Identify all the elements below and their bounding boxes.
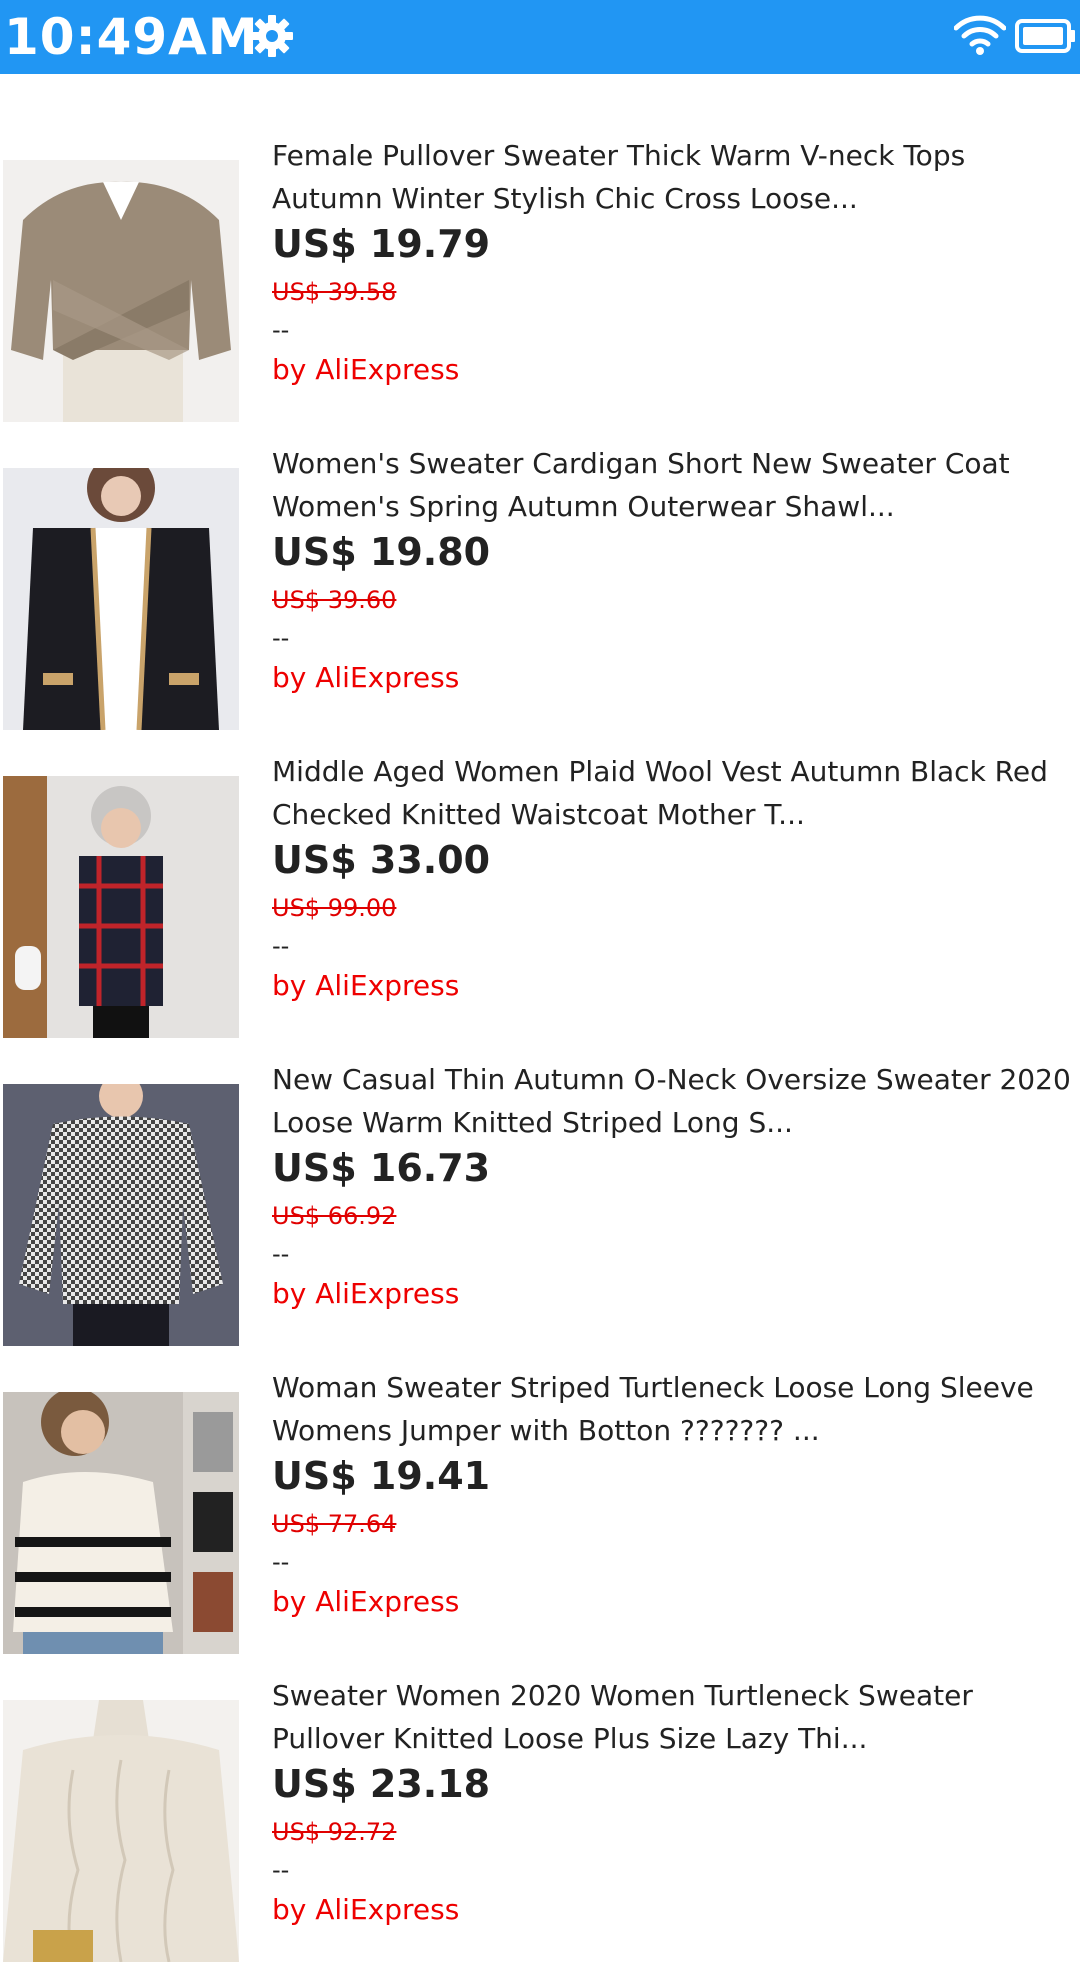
list-item[interactable]: New Casual Thin Autumn O-Neck Oversize S…: [0, 1063, 1080, 1372]
list-item[interactable]: Middle Aged Women Plaid Wool Vest Autumn…: [0, 755, 1080, 1064]
product-title[interactable]: Female Pullover Sweater Thick Warm V-nec…: [272, 134, 1077, 220]
product-extra: --: [272, 932, 290, 960]
list-item[interactable]: Female Pullover Sweater Thick Warm V-nec…: [0, 139, 1080, 448]
product-title[interactable]: Woman Sweater Striped Turtleneck Loose L…: [272, 1366, 1077, 1452]
product-original-price: US$ 39.60: [272, 586, 397, 614]
product-image[interactable]: [3, 160, 239, 422]
product-title[interactable]: New Casual Thin Autumn O-Neck Oversize S…: [272, 1058, 1077, 1144]
product-seller: by AliExpress: [272, 969, 460, 1002]
product-price: US$ 23.18: [272, 1762, 491, 1806]
product-price: US$ 33.00: [272, 838, 491, 882]
product-title[interactable]: Middle Aged Women Plaid Wool Vest Autumn…: [272, 750, 1077, 836]
product-seller: by AliExpress: [272, 661, 460, 694]
product-seller: by AliExpress: [272, 1893, 460, 1926]
taupe-cross-sweater-photo: [3, 160, 239, 422]
product-title[interactable]: Sweater Women 2020 Women Turtleneck Swea…: [272, 1674, 1077, 1760]
product-extra: --: [272, 1240, 290, 1268]
product-image[interactable]: [3, 1700, 239, 1962]
product-price: US$ 19.79: [272, 222, 491, 266]
product-price: US$ 19.80: [272, 530, 491, 574]
product-image[interactable]: [3, 1392, 239, 1654]
product-image[interactable]: [3, 468, 239, 730]
product-original-price: US$ 92.72: [272, 1818, 397, 1846]
list-item[interactable]: Woman Sweater Striped Turtleneck Loose L…: [0, 1371, 1080, 1680]
product-original-price: US$ 39.58: [272, 278, 397, 306]
list-item[interactable]: Sweater Women 2020 Women Turtleneck Swea…: [0, 1679, 1080, 1988]
plaid-vest-photo: [3, 776, 239, 1038]
product-image[interactable]: [3, 776, 239, 1038]
product-seller: by AliExpress: [272, 1585, 460, 1618]
product-original-price: US$ 99.00: [272, 894, 397, 922]
product-seller: by AliExpress: [272, 353, 460, 386]
product-image[interactable]: [3, 1084, 239, 1346]
product-title[interactable]: Women's Sweater Cardigan Short New Sweat…: [272, 442, 1077, 528]
wifi-icon: [954, 15, 1006, 55]
status-bar: 10:49AM: [0, 0, 1080, 74]
product-original-price: US$ 66.92: [272, 1202, 397, 1230]
status-time: 10:49AM: [4, 8, 259, 66]
product-price: US$ 19.41: [272, 1454, 491, 1498]
black-cardigan-photo: [3, 468, 239, 730]
product-extra: --: [272, 624, 290, 652]
product-extra: --: [272, 316, 290, 344]
gear-icon: [251, 15, 293, 57]
checked-oversize-sweater-photo: [3, 1084, 239, 1346]
list-item[interactable]: Women's Sweater Cardigan Short New Sweat…: [0, 447, 1080, 756]
striped-turtleneck-photo: [3, 1392, 239, 1654]
product-seller: by AliExpress: [272, 1277, 460, 1310]
product-extra: --: [272, 1856, 290, 1884]
product-original-price: US$ 77.64: [272, 1510, 397, 1538]
battery-icon: [1015, 19, 1075, 53]
product-extra: --: [272, 1548, 290, 1576]
cream-turtleneck-photo: [3, 1700, 239, 1962]
product-price: US$ 16.73: [272, 1146, 491, 1190]
